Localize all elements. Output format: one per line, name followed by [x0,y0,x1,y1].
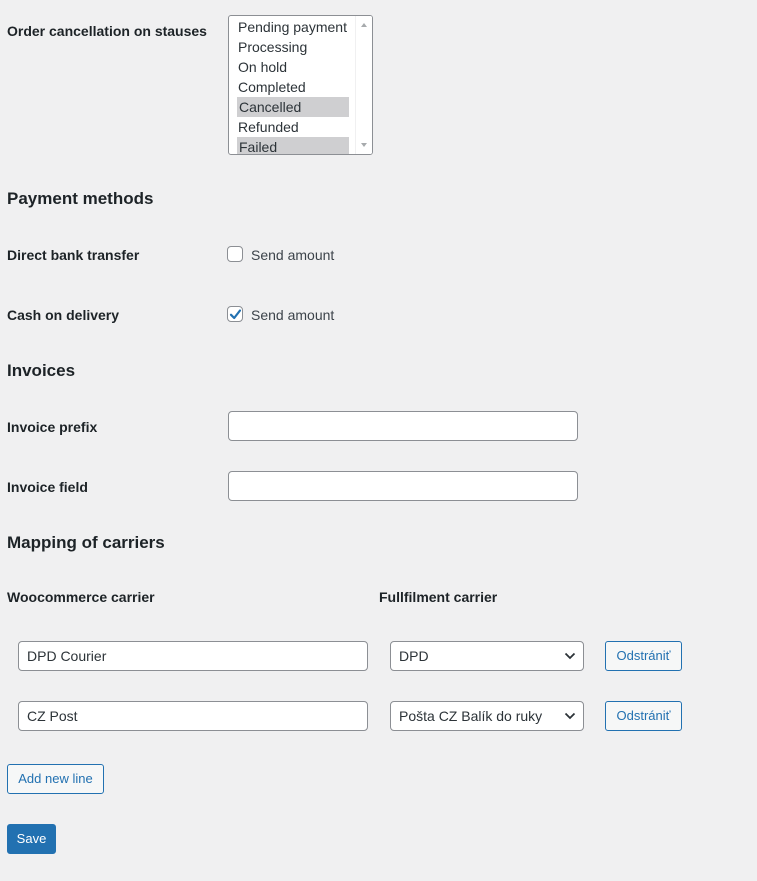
save-button[interactable]: Save [7,824,56,854]
listbox-scrollbar[interactable] [355,16,372,154]
invoice-prefix-input[interactable] [228,411,578,441]
remove-row-button-2[interactable]: Odstrániť [605,701,682,731]
cod-send-amount-label[interactable]: Send amount [251,307,334,323]
direct-bank-transfer-label: Direct bank transfer [7,247,140,263]
status-option-completed[interactable]: Completed [229,77,349,97]
woocommerce-carrier-column-header: Woocommerce carrier [7,589,155,605]
scroll-up-icon[interactable] [361,23,367,27]
status-option-on-hold[interactable]: On hold [229,57,349,77]
invoice-field-label: Invoice field [7,479,88,495]
add-new-line-button[interactable]: Add new line [7,764,104,794]
status-option-refunded[interactable]: Refunded [229,117,349,137]
cash-on-delivery-label: Cash on delivery [7,307,120,323]
order-status-listbox[interactable]: Pending payment Processing On hold Compl… [228,15,373,155]
order-cancellation-label: Order cancellation on stauses [7,23,207,39]
check-icon [229,309,242,320]
status-option-cancelled[interactable]: Cancelled [237,97,349,117]
chevron-down-icon [564,712,576,720]
payment-methods-heading: Payment methods [7,189,154,208]
chevron-down-icon [564,652,576,660]
direct-bank-send-amount-label[interactable]: Send amount [251,247,334,263]
cod-send-amount-checkbox[interactable] [227,306,243,322]
fulfilment-carrier-column-header: Fullfilment carrier [379,589,498,605]
direct-bank-send-amount-checkbox[interactable] [227,246,243,262]
scroll-down-icon[interactable] [361,143,367,147]
mapping-carriers-heading: Mapping of carriers [7,533,165,552]
remove-row-button-1[interactable]: Odstrániť [605,641,682,671]
invoice-prefix-label: Invoice prefix [7,419,98,435]
status-option-processing[interactable]: Processing [229,37,349,57]
fulfilment-carrier-select-2[interactable]: Pošta CZ Balík do ruky [390,701,584,731]
fulfilment-carrier-value-2: Pošta CZ Balík do ruky [399,708,543,724]
status-option-pending-payment[interactable]: Pending payment [229,17,349,37]
status-option-failed[interactable]: Failed [237,137,349,154]
fulfilment-carrier-select-1[interactable]: DPD [390,641,584,671]
woo-carrier-input-2[interactable]: CZ Post [18,701,368,731]
fulfilment-carrier-value-1: DPD [399,648,429,664]
invoice-field-input[interactable] [228,471,578,501]
invoices-heading: Invoices [7,361,76,380]
woo-carrier-input-1[interactable]: DPD Courier [18,641,368,671]
